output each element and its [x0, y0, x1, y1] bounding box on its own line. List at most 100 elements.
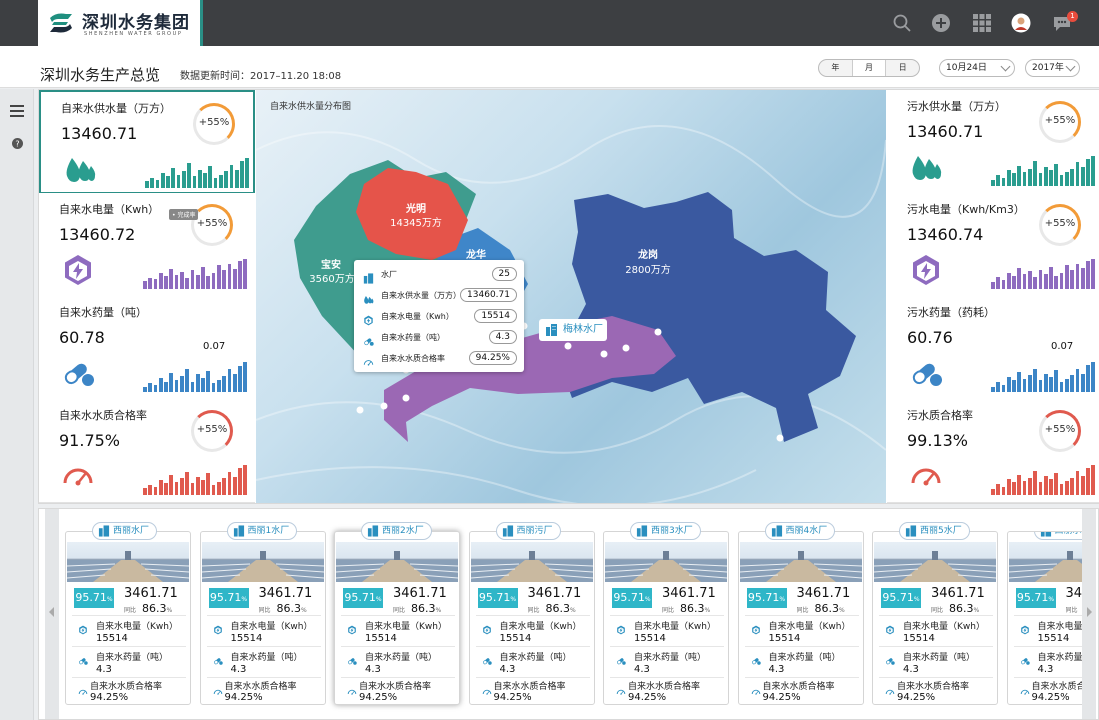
kpi-bar-chart	[143, 362, 248, 392]
kpi-bar	[222, 270, 226, 289]
kpi-bar	[234, 169, 239, 188]
search-icon[interactable]	[892, 13, 912, 33]
plant-marker-meilin[interactable]: 梅林水厂	[539, 319, 607, 341]
kpi-card[interactable]: 污水供水量（万方） 13460.71 +55%	[887, 90, 1099, 194]
kpi-bar	[1075, 162, 1080, 186]
chevron-down-icon	[1065, 61, 1076, 72]
kpi-bar	[195, 374, 200, 392]
kpi-bar	[243, 259, 248, 289]
plant-elec-label: 自来水电量（Kwh）	[1037, 622, 1084, 632]
plant-card[interactable]: 西丽水厂 95.71% 3461.71 同比86.3% 自来水电量（Kwh）15…	[65, 522, 191, 705]
kpi-bar-chart	[143, 259, 248, 289]
period-month-button[interactable]: 月	[851, 60, 887, 76]
plant-drug-label: 自来水药量（吨）	[365, 653, 438, 663]
building-icon	[502, 525, 513, 537]
kpi-card[interactable]: 自来水电量（Kwh） 13460.72 +55% • 完成率	[39, 193, 255, 297]
kpi-bar	[224, 171, 228, 188]
help-icon[interactable]: ?	[12, 138, 23, 149]
kpi-bar-chart	[143, 465, 248, 495]
left-rail: ?	[0, 89, 34, 720]
tooltip-row-label: 水厂	[381, 270, 397, 279]
kpi-card[interactable]: 自来水供水量（万方） 13460.71 +55%	[39, 90, 255, 194]
building-icon	[233, 525, 244, 537]
kpi-bar	[1027, 477, 1032, 495]
plant-rate-unit: %	[644, 596, 651, 603]
kpi-bar	[1086, 468, 1090, 495]
avatar[interactable]	[1011, 13, 1031, 33]
kpi-bar	[1022, 480, 1027, 495]
date-select[interactable]: 10月24日	[939, 59, 1015, 77]
grid-apps-icon[interactable]	[972, 13, 992, 33]
plant-photo	[739, 542, 862, 582]
kpi-bar	[169, 268, 174, 289]
carousel-prev-button[interactable]	[45, 509, 59, 719]
kpi-bar	[227, 263, 232, 289]
kpi-bar-chart	[991, 259, 1096, 289]
plant-card[interactable]: 西丽水厂 95.71% 3461.71 同比86.3% 自来水电量（Kwh）15…	[1006, 531, 1085, 705]
plant-drug-label: 自来水药量（吨）	[768, 653, 841, 663]
kpi-bar	[996, 277, 1001, 289]
plant-rate-badge: 95.71%	[881, 588, 921, 608]
year-select[interactable]: 2017年	[1025, 59, 1080, 77]
plant-drug-label: 自来水药量（吨）	[903, 653, 976, 663]
region-label-guangming: 光明	[405, 202, 426, 215]
kpi-bar	[1017, 268, 1022, 289]
kpi-card[interactable]: 自来水药量（吨） 60.78 0.07	[39, 296, 255, 400]
plant-yoy-label: 同比	[662, 607, 675, 614]
gauge-icon	[751, 689, 760, 695]
plant-yoy-value: 86.3	[814, 602, 840, 615]
kpi-bar	[179, 376, 184, 392]
kpi-card[interactable]: 污水质合格率 99.13% +55%	[887, 399, 1099, 503]
plant-card[interactable]: 西丽1水厂 95.71% 3461.71 同比 86.3% 自来水电量（Kwh） 1…	[199, 522, 326, 705]
kpi-value: 13460.74	[907, 225, 984, 244]
plant-yoy: 同比 86.3%	[662, 602, 710, 615]
kpi-bar	[195, 274, 200, 289]
add-icon[interactable]	[931, 13, 951, 33]
tooltip-row-value: 94.25%	[468, 351, 517, 365]
kpi-card[interactable]: 污水电量（Kwh/Km3） 13460.74 +55%	[887, 193, 1099, 297]
kpi-bar	[174, 274, 179, 289]
plant-card[interactable]: 西丽3水厂 95.71% 3461.71 同比 86.3% 自来水电量（Kwh） 1…	[603, 522, 729, 705]
plant-quality-row: 自来水水质合格率94.25%	[72, 677, 186, 705]
plant-card[interactable]: 西丽污厂 95.71% 3461.71 同比 86.3% 自来水电量（Kwh） 15…	[468, 522, 595, 705]
period-year-button[interactable]: 年	[819, 60, 852, 76]
plant-rate-unit: %	[106, 596, 113, 603]
logo[interactable]: 深圳水务集团 SHENZHEN WATER GROUP	[38, 0, 203, 46]
kpi-bar	[208, 166, 213, 188]
kpi-bar	[1006, 170, 1011, 186]
region-label-baoan: 宝安	[321, 258, 341, 271]
kpi-card[interactable]: 自来水水质合格率 91.75% +55%	[39, 399, 255, 503]
gauge-icon	[213, 682, 223, 695]
plant-card[interactable]: 西丽2水厂 95.71% 3461.71 同比 86.3% 自来水电量（Kwh） 1…	[334, 522, 460, 705]
plant-quality-label: 自来水水质合格率	[897, 682, 970, 692]
period-day-button[interactable]: 日	[886, 60, 919, 76]
plant-rate-unit: %	[510, 596, 517, 603]
plant-elec-value: 15514	[1037, 633, 1070, 644]
kpi-value: 13460.72	[59, 225, 136, 244]
plant-rate-badge: 95.71%	[746, 588, 787, 608]
plant-quality-row: 自来水水质合格率94.25%	[610, 677, 724, 705]
kpi-bar	[143, 488, 147, 495]
kpi-bar	[158, 273, 163, 289]
menu-icon[interactable]	[10, 105, 24, 117]
carousel-next-button[interactable]	[1082, 509, 1096, 719]
water-drops-icon	[66, 158, 96, 182]
kpi-bar	[158, 480, 163, 495]
kpi-bar	[1064, 378, 1069, 392]
plant-main-value: 3461.71	[662, 586, 716, 601]
plant-card[interactable]: 西丽4水厂 95.71% 3461.71 同比 86.3% 自来水电量（Kwh） 1…	[737, 522, 864, 705]
plant-yoy-unit: %	[166, 607, 173, 614]
plant-elec-value: 15514	[903, 633, 935, 644]
plant-card[interactable]: 西丽5水厂 95.71% 3461.71 同比 86.3% 自来水电量（Kwh） 1…	[872, 522, 998, 705]
kpi-card[interactable]: 污水药量（药耗） 60.76 0.07	[887, 296, 1099, 400]
kpi-bar	[1017, 474, 1022, 495]
kpi-bar	[238, 365, 242, 392]
power-hex-icon	[78, 620, 88, 635]
kpi-bar	[185, 277, 190, 289]
plant-name: 西丽4水厂	[785, 526, 828, 536]
kpi-bar	[1059, 272, 1064, 289]
kpi-bar	[203, 173, 207, 188]
growth-ring-value: +55%	[196, 424, 228, 435]
plant-photo-image	[470, 551, 593, 582]
kpi-bar	[1054, 275, 1059, 289]
